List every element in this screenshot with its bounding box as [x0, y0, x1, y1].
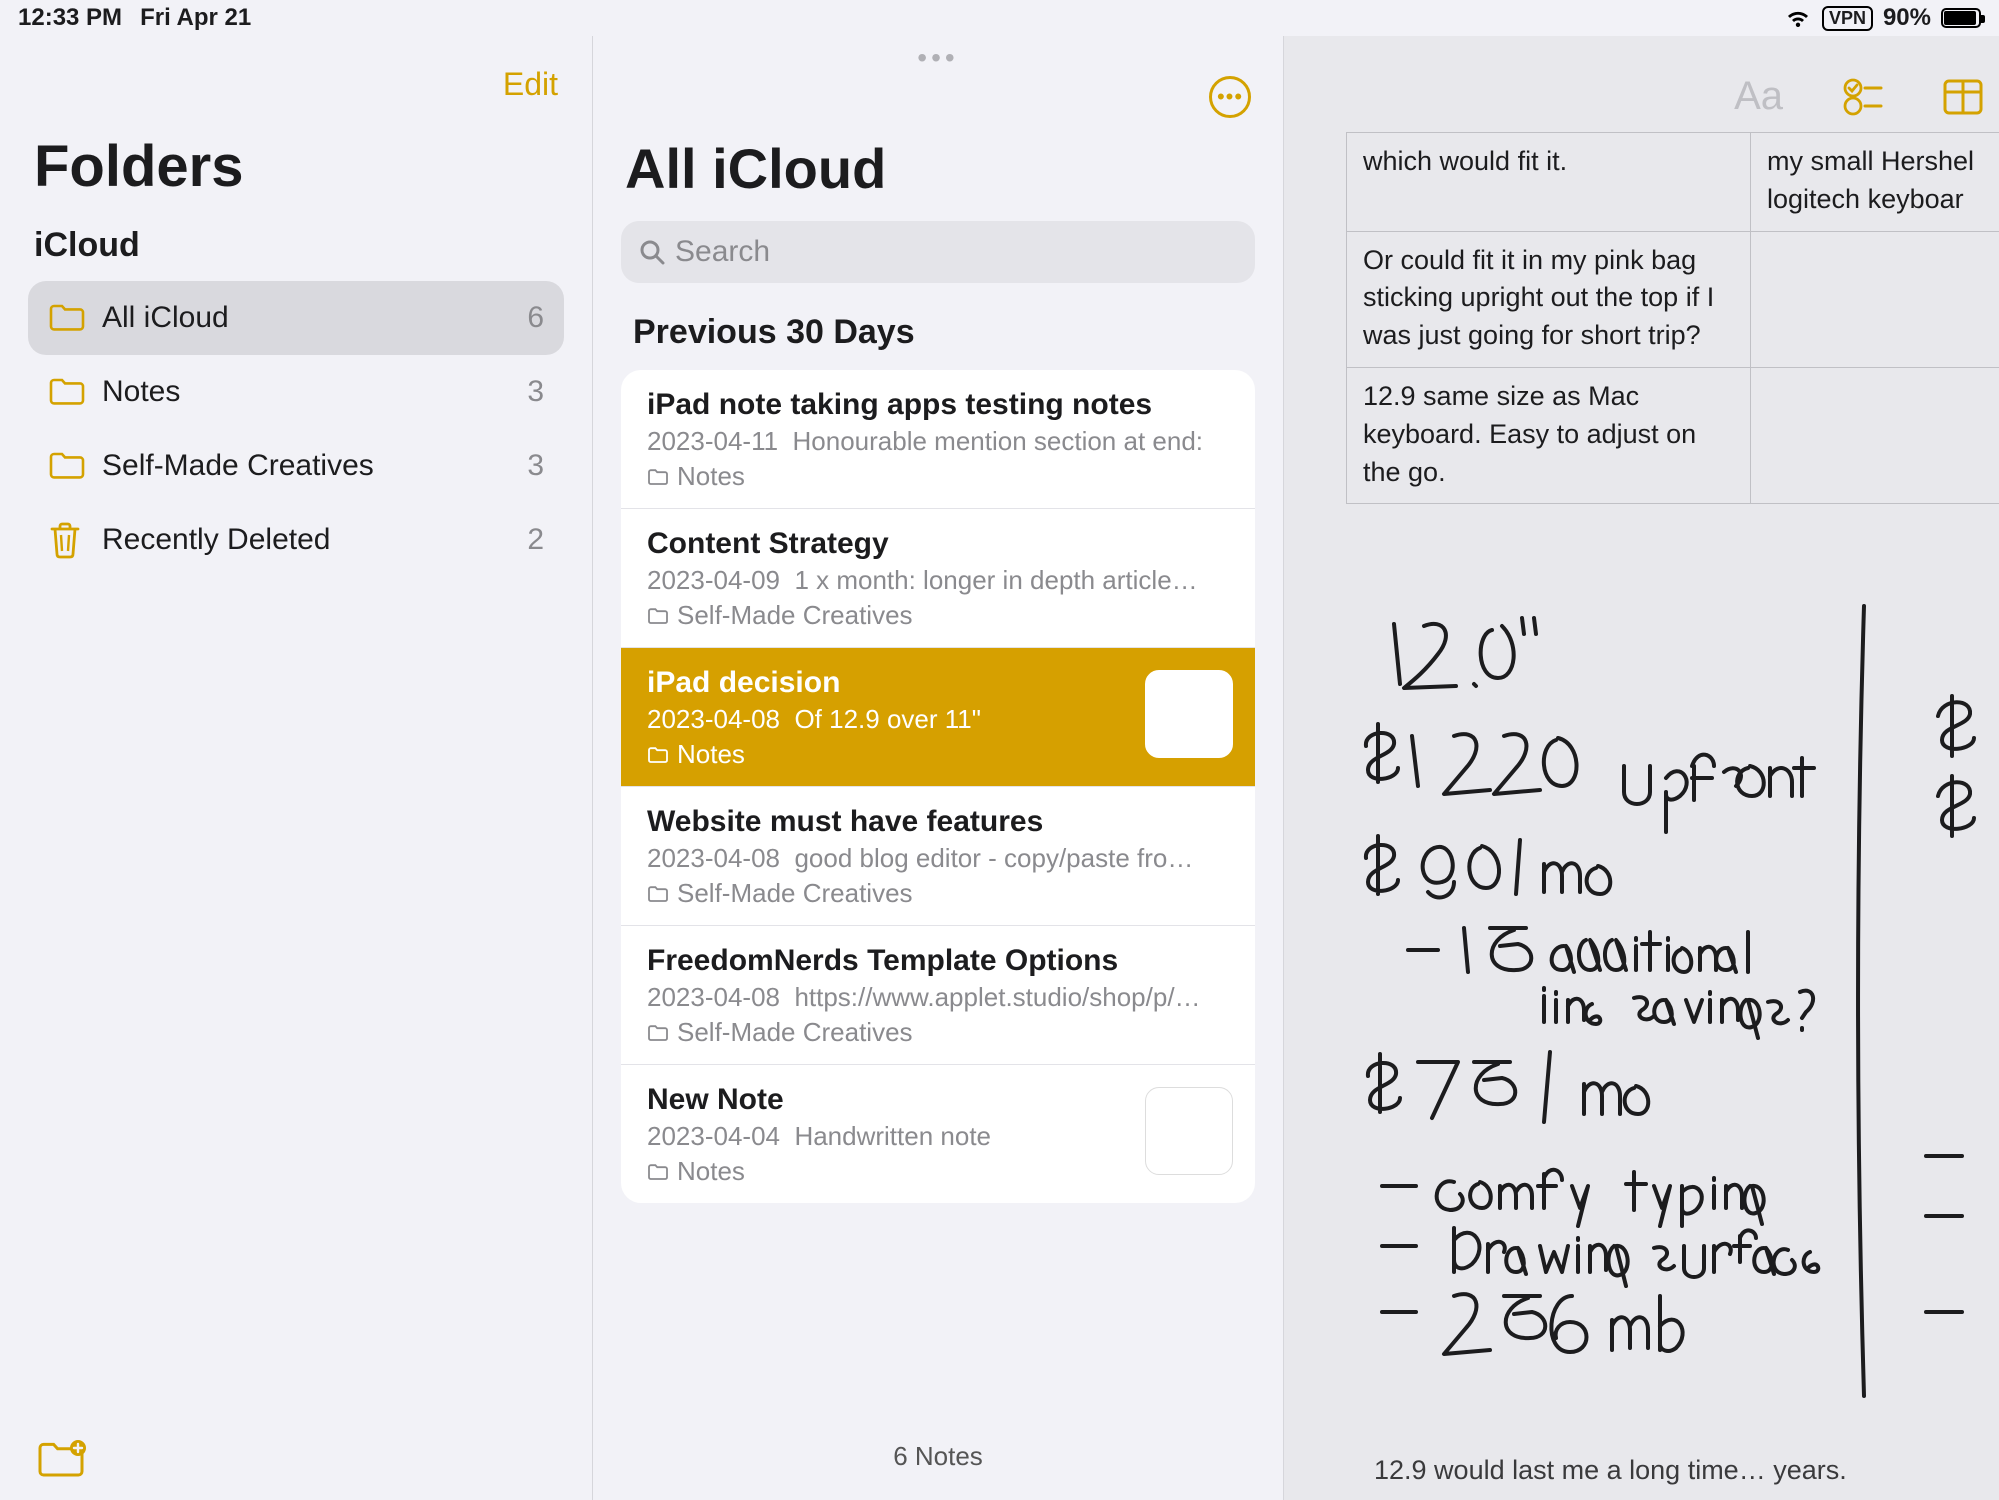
notes-list-title: All iCloud: [593, 118, 1283, 221]
note-row[interactable]: iPad decision 2023-04-08 Of 12.9 over 11"…: [621, 648, 1255, 787]
note-folder: Notes: [647, 461, 1229, 492]
folder-label: All iCloud: [102, 301, 527, 335]
table-cell[interactable]: Or could fit it in my pink bag sticking …: [1347, 231, 1751, 367]
folder-label: Self-Made Creatives: [102, 449, 527, 483]
note-folder: Notes: [647, 739, 1229, 770]
note-folder: Notes: [647, 1156, 1229, 1187]
note-row[interactable]: Content Strategy 2023-04-09 1 x month: lo…: [621, 509, 1255, 648]
table-button[interactable]: [1943, 79, 1983, 115]
trash-icon: [48, 521, 88, 559]
folder-row[interactable]: Notes3: [28, 355, 564, 429]
folder-icon: [647, 1024, 669, 1042]
note-body-text[interactable]: 12.9 would last me a long time… years.: [1374, 1455, 1847, 1486]
folder-icon: [647, 1163, 669, 1181]
handwriting-area[interactable]: [1334, 596, 1999, 1416]
note-folder: Self-Made Creatives: [647, 878, 1229, 909]
folder-count: 3: [527, 449, 544, 483]
note-folder: Self-Made Creatives: [647, 600, 1229, 631]
note-thumbnail: [1145, 1087, 1233, 1175]
status-bar: 12:33 PM Fri Apr 21 VPN 90%: [0, 0, 1999, 36]
status-time: 12:33 PM: [18, 4, 122, 32]
battery-icon: [1941, 8, 1981, 28]
folder-icon: [647, 885, 669, 903]
checklist-button[interactable]: [1843, 77, 1883, 117]
table-cell[interactable]: [1751, 367, 1999, 503]
note-subtitle: 2023-04-09 1 x month: longer in depth ar…: [647, 565, 1229, 596]
table-cell[interactable]: 12.9 same size as Mac keyboard. Easy to …: [1347, 367, 1751, 503]
note-title: FreedomNerds Template Options: [647, 944, 1229, 978]
text-format-button[interactable]: Aa: [1734, 74, 1783, 119]
note-folder: Self-Made Creatives: [647, 1017, 1229, 1048]
folder-count: 6: [527, 301, 544, 335]
vpn-badge: VPN: [1822, 6, 1873, 31]
note-title: Website must have features: [647, 805, 1229, 839]
note-subtitle: 2023-04-08 good blog editor - copy/paste…: [647, 843, 1229, 874]
folder-label: Recently Deleted: [102, 523, 527, 557]
note-row[interactable]: FreedomNerds Template Options 2023-04-08 …: [621, 926, 1255, 1065]
table-cell[interactable]: [1751, 231, 1999, 367]
note-title: iPad note taking apps testing notes: [647, 388, 1229, 422]
note-thumbnail: [1145, 670, 1233, 758]
note-table[interactable]: which would fit it.my small Hershel logi…: [1346, 132, 1999, 504]
folder-row[interactable]: Recently Deleted2: [28, 503, 564, 577]
new-folder-button[interactable]: [36, 1440, 86, 1480]
note-title: New Note: [647, 1083, 1229, 1117]
wifi-icon: [1784, 7, 1812, 29]
note-row[interactable]: New Note 2023-04-04 Handwritten note Notes: [621, 1065, 1255, 1203]
note-subtitle: 2023-04-08 https://www.applet.studio/sho…: [647, 982, 1229, 1013]
table-cell[interactable]: my small Hershel logitech keyboar: [1751, 133, 1999, 232]
search-input[interactable]: Search: [621, 221, 1255, 283]
folder-row[interactable]: All iCloud6: [28, 281, 564, 355]
note-subtitle: 2023-04-04 Handwritten note: [647, 1121, 1229, 1152]
more-button[interactable]: •••: [1209, 76, 1251, 118]
folder-row[interactable]: Self-Made Creatives3: [28, 429, 564, 503]
edit-button[interactable]: Edit: [503, 66, 558, 103]
folder-icon: [647, 746, 669, 764]
folder-label: Notes: [102, 375, 527, 409]
search-placeholder: Search: [675, 235, 770, 269]
note-title: iPad decision: [647, 666, 1229, 700]
folder-icon: [48, 303, 88, 333]
folder-count: 2: [527, 523, 544, 557]
drag-handle-icon[interactable]: •••: [593, 36, 1283, 66]
note-row[interactable]: Website must have features 2023-04-08 goo…: [621, 787, 1255, 926]
folder-icon: [647, 607, 669, 625]
folder-icon: [647, 468, 669, 486]
folder-icon: [48, 377, 88, 407]
search-icon: [639, 239, 665, 265]
note-subtitle: 2023-04-08 Of 12.9 over 11": [647, 704, 1229, 735]
note-row[interactable]: iPad note taking apps testing notes 2023-…: [621, 370, 1255, 509]
note-subtitle: 2023-04-11 Honourable mention section at…: [647, 426, 1229, 457]
note-title: Content Strategy: [647, 527, 1229, 561]
folder-count: 3: [527, 375, 544, 409]
folders-title: Folders: [34, 133, 558, 200]
status-date: Fri Apr 21: [140, 4, 251, 32]
note-content-pane[interactable]: Aa which would fit it.my small Hershel l…: [1284, 36, 1999, 1500]
battery-percent: 90%: [1883, 4, 1931, 32]
table-cell[interactable]: which would fit it.: [1347, 133, 1751, 232]
folder-icon: [48, 451, 88, 481]
group-header: Previous 30 Days: [593, 307, 1283, 370]
folders-sidebar: Edit Folders iCloud All iCloud6Notes3Sel…: [0, 36, 592, 1500]
notes-list-pane: ••• ••• All iCloud Search Previous 30 Da…: [592, 36, 1284, 1500]
notes-count: 6 Notes: [593, 1441, 1283, 1472]
section-icloud[interactable]: iCloud: [34, 226, 558, 265]
